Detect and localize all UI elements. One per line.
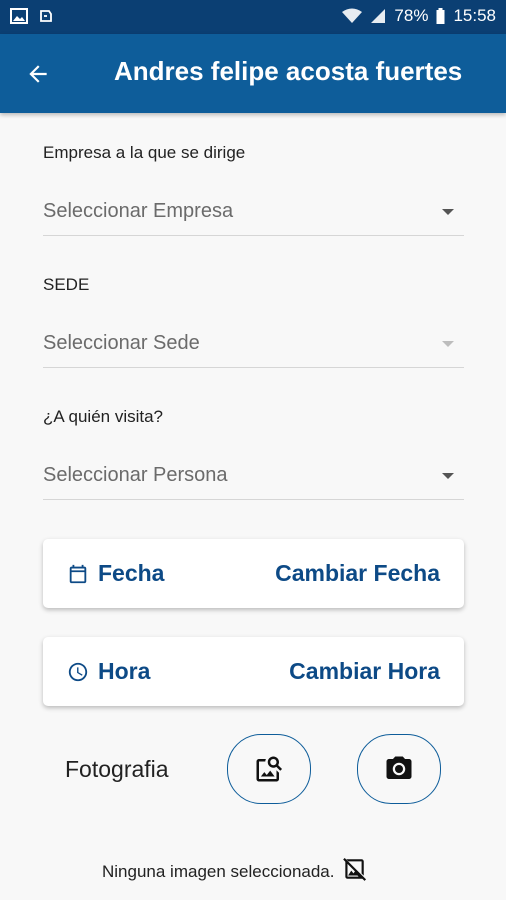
empresa-select-value: Seleccionar Empresa [43,200,234,222]
battery-percent: 78% [394,6,429,25]
clock-time: 15:58 [453,6,496,25]
persona-select-value: Seleccionar Persona [43,464,228,486]
status-bar: 78% 15:58 [0,0,506,34]
chevron-down-icon [442,209,454,215]
no-image-text: Ninguna imagen seleccionada. [102,861,335,881]
cambiar-hora-button[interactable]: Cambiar Hora [289,658,440,685]
app-bar: Andres felipe acosta fuertes [0,34,506,113]
camera-button[interactable] [357,734,441,804]
battery-icon [436,8,445,24]
sync-notification-icon [38,8,54,24]
status-right: 78% 15:58 [342,6,496,26]
fecha-label: Fecha [98,560,165,586]
status-left [10,8,54,24]
page-title: Andres felipe acosta fuertes [114,56,463,86]
back-button[interactable] [22,58,54,90]
persona-select[interactable]: Seleccionar Persona [43,454,464,500]
chevron-down-icon [442,473,454,479]
empresa-select[interactable]: Seleccionar Empresa [43,190,464,236]
fecha-card: Fecha Cambiar Fecha [43,539,464,608]
camera-icon [386,756,412,779]
persona-label: ¿A quién visita? [43,407,164,426]
hide-image-icon [341,856,367,887]
chevron-down-icon [442,341,454,347]
image-search-icon [256,756,283,782]
hora-label: Hora [98,658,151,684]
sede-label: SEDE [43,275,90,294]
sede-select-value: Seleccionar Sede [43,332,200,354]
fotografia-label: Fotografia [65,756,169,782]
image-notification-icon [10,8,28,24]
clock-icon [67,661,89,688]
hora-card: Hora Cambiar Hora [43,637,464,706]
wifi-icon [342,8,363,24]
signal-icon [370,8,386,24]
sede-select[interactable]: Seleccionar Sede [43,322,464,368]
empresa-label: Empresa a la que se dirige [43,143,246,162]
cambiar-fecha-button[interactable]: Cambiar Fecha [275,560,440,587]
gallery-button[interactable] [227,734,311,804]
calendar-icon [67,563,89,590]
no-image-message: Ninguna imagen seleccionada. [102,856,367,887]
arrow-left-icon [29,65,47,83]
